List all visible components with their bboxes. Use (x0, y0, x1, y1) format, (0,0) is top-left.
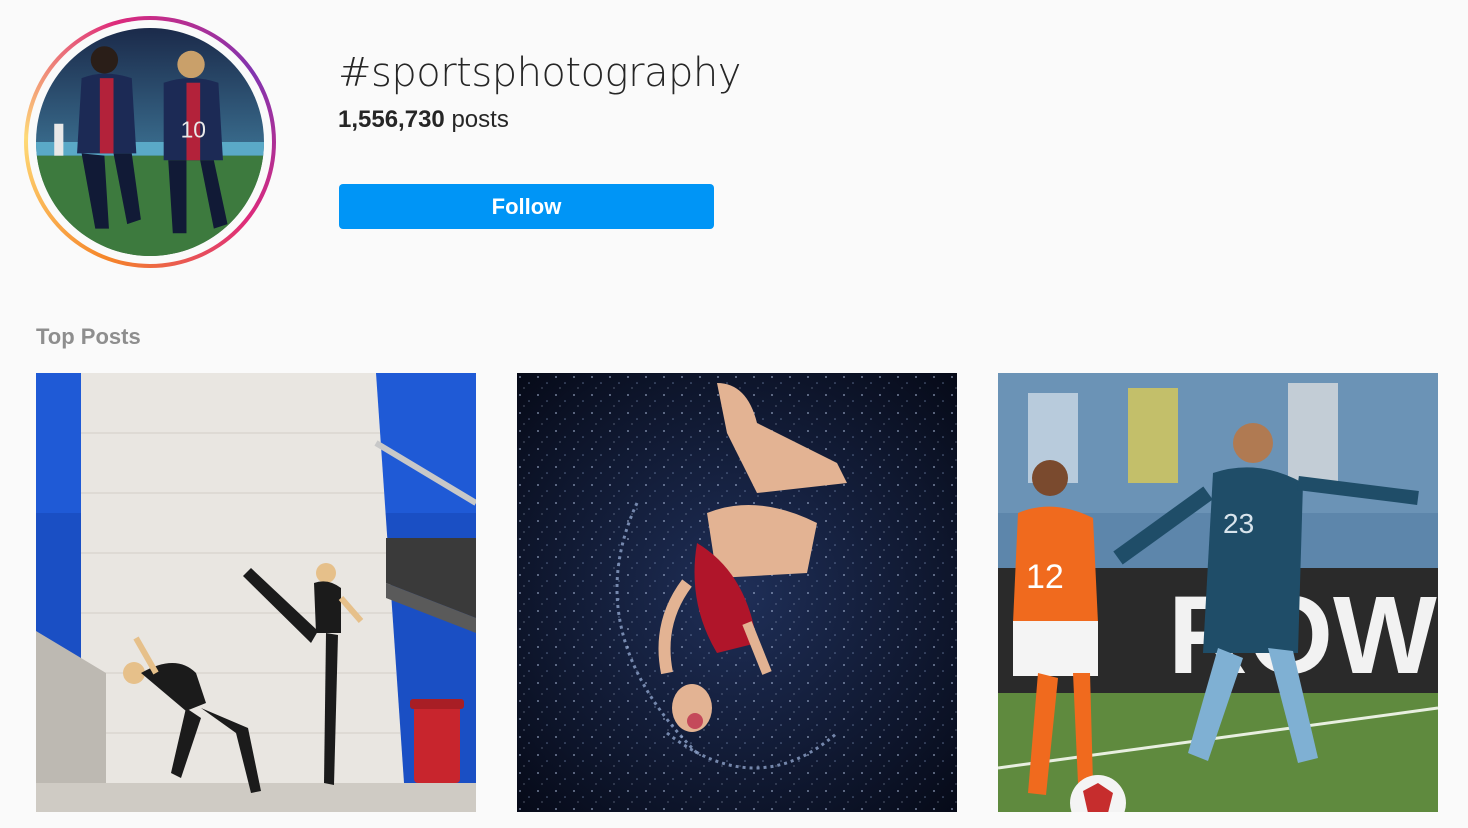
hashtag-avatar-image[interactable]: 10 (36, 28, 264, 256)
top-post-3[interactable]: ROWE 12 23 (998, 373, 1438, 812)
top-post-1[interactable] (36, 373, 476, 812)
avatar-gap: 10 (28, 20, 272, 264)
synchronized-swimmer-photo-icon (517, 373, 957, 812)
svg-text:12: 12 (1026, 558, 1064, 596)
hashtag-page: 10 #sportsphotography 1,556,730 posts Fo… (0, 0, 1468, 828)
post-count-suffix: posts (451, 106, 509, 133)
top-posts-heading: Top Posts (36, 324, 141, 349)
hashtag-title: #sportsphotography (338, 50, 741, 96)
svg-text:23: 23 (1223, 508, 1254, 539)
hashtag-avatar-ring: 10 (24, 16, 276, 268)
womens-soccer-photo-icon: ROWE 12 23 (998, 373, 1438, 812)
dancers-photo-icon (36, 373, 476, 812)
post-count: 1,556,730 posts (338, 106, 509, 134)
svg-text:10: 10 (181, 116, 206, 142)
top-post-2[interactable] (517, 373, 957, 812)
post-count-number: 1,556,730 (338, 106, 445, 133)
follow-button[interactable]: Follow (339, 184, 714, 229)
